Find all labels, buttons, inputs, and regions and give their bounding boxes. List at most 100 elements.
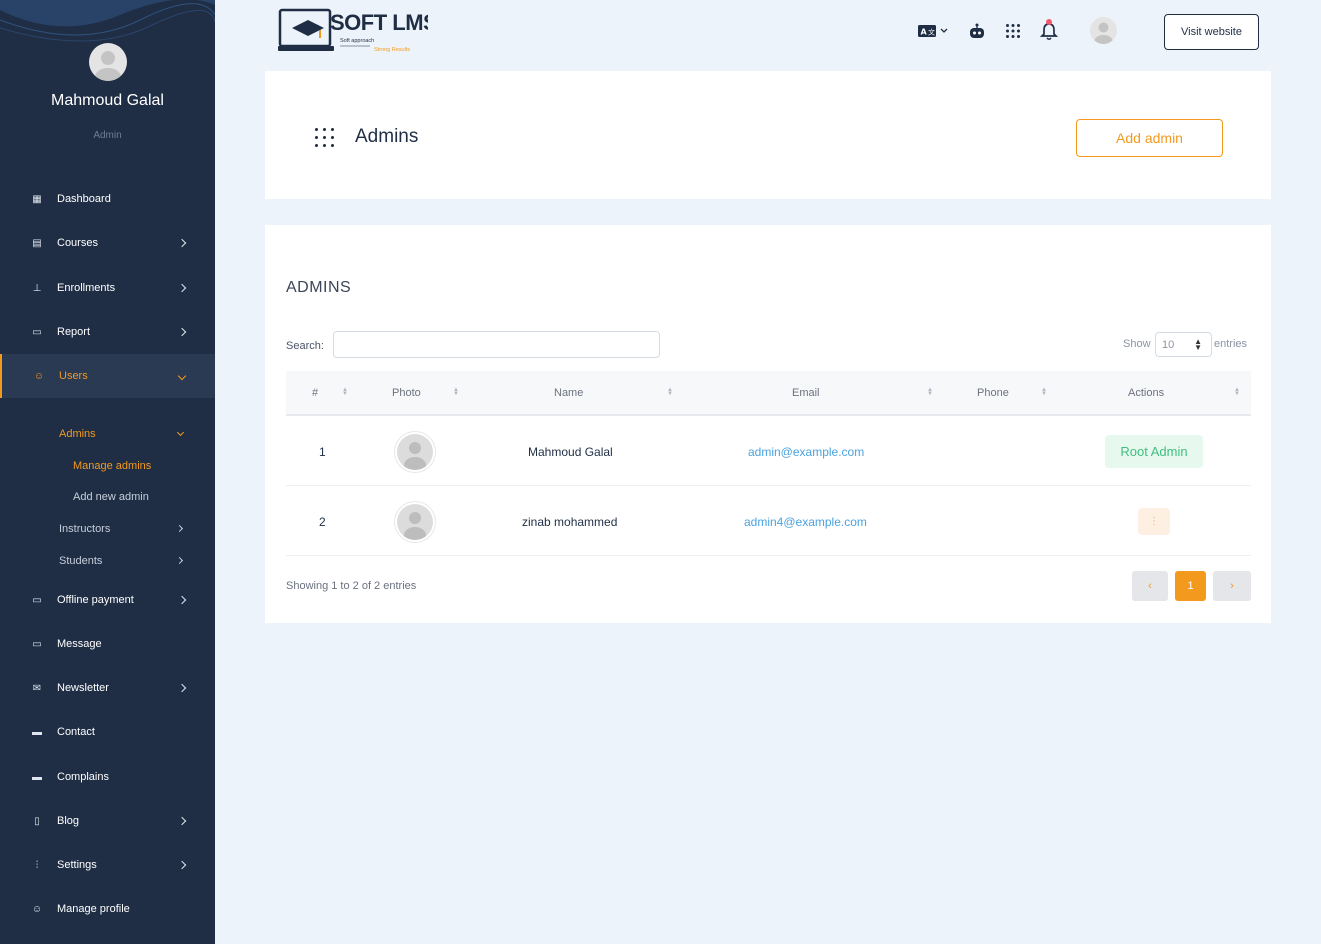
sidebar-item-report[interactable]: ▭ Report [0, 310, 215, 354]
visit-website-button[interactable]: Visit website [1164, 14, 1259, 50]
sidebar-item-courses[interactable]: ▤ Courses [0, 221, 215, 265]
sidebar-item-offline-payment[interactable]: ▭ Offline payment [0, 578, 215, 622]
chevron-right-icon [177, 816, 187, 826]
contact-icon: ▬ [32, 726, 42, 738]
logo[interactable]: SOFT LMS Soft approach Strong Results [278, 6, 428, 56]
sidebar-avatar[interactable] [89, 43, 127, 81]
sidebar-item-label: Manage profile [57, 903, 130, 915]
sidebar-sub-students[interactable]: Students [59, 555, 102, 567]
chevron-right-icon [175, 556, 184, 565]
section-title: ADMINS [286, 279, 352, 296]
sidebar-item-label: Dashboard [57, 193, 111, 205]
entries-select[interactable]: 10 ▲ ▼ [1155, 332, 1212, 357]
sidebar-wave-decoration [0, 0, 215, 42]
message-icon: ▭ [32, 638, 42, 650]
sidebar-sub-add-new-admin[interactable]: Add new admin [73, 491, 149, 503]
column-header-photo[interactable]: Photo [392, 387, 421, 399]
sidebar-item-complains[interactable]: ▬ Complains [0, 755, 215, 799]
page-title: Admins [355, 126, 419, 147]
sidebar-item-label: Newsletter [57, 682, 109, 694]
row-photo-avatar [394, 501, 436, 543]
sidebar-sub-manage-admins[interactable]: Manage admins [73, 460, 151, 472]
column-header-name[interactable]: Name [554, 387, 583, 399]
profile-icon: ☺ [31, 903, 43, 915]
chevron-right-icon [177, 238, 187, 248]
chevron-right-icon [177, 283, 187, 293]
pagination-prev-button[interactable]: ‹ [1132, 571, 1168, 601]
chevron-right-icon [175, 524, 184, 533]
sidebar-item-label: Enrollments [57, 282, 116, 294]
sort-icon[interactable]: ▲ ▼ [342, 387, 348, 397]
robot-icon[interactable] [968, 21, 986, 41]
column-header-num[interactable]: # [312, 387, 318, 399]
sidebar-item-blog[interactable]: ▯ Blog [0, 799, 215, 843]
search-input[interactable] [333, 331, 660, 358]
chevron-down-icon [176, 428, 185, 437]
logo-tagline: Soft approach [340, 38, 374, 44]
sidebar-sub-instructors[interactable]: Instructors [59, 523, 110, 535]
sidebar-user-role: Admin [93, 130, 122, 141]
select-arrows-icon: ▲ ▼ [1194, 337, 1202, 352]
chevron-right-icon [177, 860, 187, 870]
column-header-phone[interactable]: Phone [977, 387, 1009, 399]
sort-icon[interactable]: ▲ ▼ [1041, 387, 1047, 397]
complains-icon: ▬ [32, 771, 42, 783]
entries-select-value: 10 [1162, 339, 1175, 351]
row-photo-avatar [394, 431, 436, 473]
chevron-right-icon [177, 327, 187, 337]
table-row: 1 Mahmoud Galal admin@example.com Root A… [286, 417, 1251, 486]
pagination-next-button[interactable]: › [1213, 571, 1251, 601]
column-header-actions[interactable]: Actions [1128, 387, 1164, 399]
sidebar-sub-admins[interactable]: Admins [59, 428, 96, 440]
apps-grid-icon[interactable] [1005, 21, 1021, 41]
sidebar-item-label: Users [59, 370, 88, 382]
settings-icon: ⫶ [35, 859, 39, 871]
grid-dots-icon [315, 128, 334, 147]
search-label: Search: [286, 340, 324, 352]
chevron-down-icon [177, 371, 187, 381]
page-header-card: Admins Add admin [265, 71, 1271, 199]
sidebar-item-label: Report [57, 326, 91, 338]
show-label: Show [1123, 338, 1151, 350]
sidebar-item-dashboard[interactable]: ▦ Dashboard [0, 177, 215, 221]
sidebar-item-manage-profile[interactable]: ☺ Manage profile [0, 887, 215, 931]
sidebar-item-message[interactable]: ▭ Message [0, 622, 215, 666]
sort-icon[interactable]: ▲ ▼ [667, 387, 673, 397]
users-icon: ☺ [33, 370, 45, 382]
sort-icon[interactable]: ▲ ▼ [927, 387, 933, 397]
enrollments-icon: ⊥ [32, 282, 42, 294]
sidebar-item-label: Contact [57, 726, 95, 738]
row-actions-menu-button[interactable]: ⋮ [1138, 508, 1170, 535]
sidebar-item-label: Offline payment [57, 594, 134, 606]
newsletter-icon: ✉ [32, 682, 42, 694]
sidebar-item-label: Message [57, 638, 102, 650]
sidebar-user-name: Mahmoud Galal [51, 92, 164, 109]
chevron-right-icon [177, 683, 187, 693]
row-email[interactable]: admin4@example.com [744, 515, 867, 529]
sort-icon[interactable]: ▲ ▼ [1234, 387, 1240, 397]
language-icon[interactable]: A文 [917, 21, 951, 41]
table-header: # ▲ ▼ Photo ▲ ▼ Name ▲ ▼ Email ▲ ▼ Phone ▲ ▼ … [286, 371, 1251, 416]
column-header-email[interactable]: Email [792, 387, 820, 399]
sidebar-item-settings[interactable]: ⫶ Settings [0, 843, 215, 887]
sidebar-item-contact[interactable]: ▬ Contact [0, 710, 215, 754]
admins-table-card: ADMINS Search: Show 10 ▲ ▼ entries # ▲ ▼ P… [265, 225, 1271, 623]
sidebar: Mahmoud Galal Admin ▦ Dashboard ▤ Course… [0, 0, 215, 944]
grid-icon: ▦ [32, 193, 42, 205]
sort-icon[interactable]: ▲ ▼ [453, 387, 459, 397]
sidebar-item-users[interactable]: ☺ Users [0, 354, 215, 398]
sidebar-item-enrollments[interactable]: ⊥ Enrollments [0, 266, 215, 310]
courses-icon: ▤ [32, 237, 42, 249]
sidebar-item-label: Settings [57, 859, 97, 871]
header-avatar[interactable] [1090, 17, 1117, 44]
row-name: Mahmoud Galal [528, 445, 613, 459]
svg-text:文: 文 [928, 28, 935, 37]
sidebar-item-newsletter[interactable]: ✉ Newsletter [0, 666, 215, 710]
pagination-page-1[interactable]: 1 [1175, 571, 1206, 601]
notification-dot [1046, 19, 1052, 25]
add-admin-button[interactable]: Add admin [1076, 119, 1223, 157]
sidebar-item-label: Blog [57, 815, 80, 827]
row-email[interactable]: admin@example.com [748, 445, 864, 459]
payment-icon: ▭ [32, 594, 42, 606]
svg-text:A: A [921, 28, 928, 37]
